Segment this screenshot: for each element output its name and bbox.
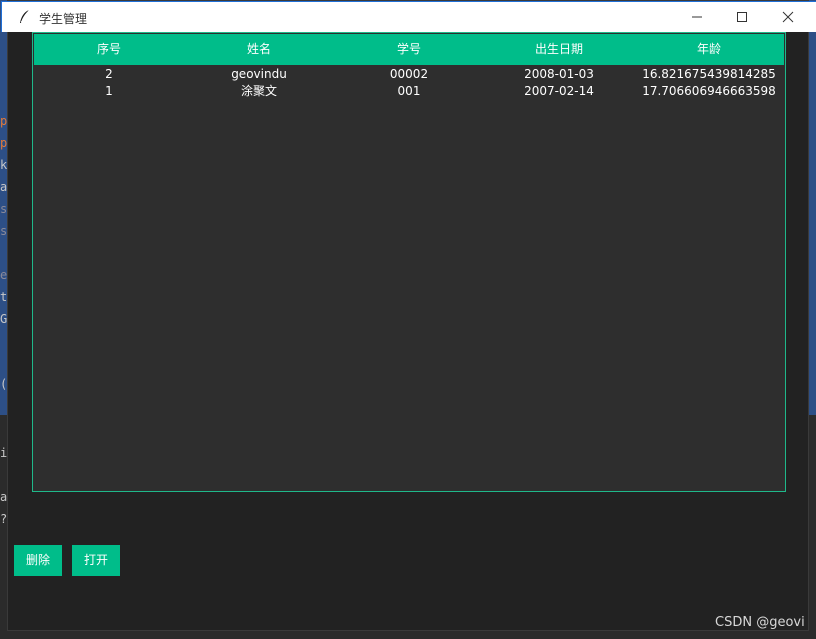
cell-student-no: 001: [397, 84, 421, 98]
title-bar[interactable]: 学生管理: [1, 1, 816, 32]
column-header-student-no[interactable]: 学号: [334, 34, 484, 65]
cell-age: 17.706606946663598: [642, 84, 776, 98]
open-button[interactable]: 打开: [72, 545, 120, 576]
cell-age: 16.821675439814285: [642, 67, 776, 81]
student-table[interactable]: 序号 姓名 学号 出生日期 年龄 2 geovindu 00002 2008-0…: [32, 32, 786, 492]
feather-icon: [16, 8, 34, 26]
table-header: 序号 姓名 学号 出生日期 年龄: [34, 34, 784, 65]
column-header-age[interactable]: 年龄: [634, 34, 784, 65]
close-button[interactable]: [765, 2, 811, 32]
minimize-button[interactable]: [674, 2, 720, 32]
maximize-button[interactable]: [719, 2, 765, 32]
column-header-name[interactable]: 姓名: [184, 34, 334, 65]
cell-seq: 2: [105, 67, 113, 81]
window-title: 学生管理: [39, 12, 88, 26]
cell-birth-date: 2007-02-14: [524, 84, 594, 98]
column-header-seq[interactable]: 序号: [34, 34, 184, 65]
cell-name: geovindu: [231, 67, 287, 81]
cell-birth-date: 2008-01-03: [524, 67, 594, 81]
maximize-icon: [737, 12, 747, 22]
column-header-birth-date[interactable]: 出生日期: [484, 34, 634, 65]
cell-seq: 1: [105, 84, 113, 98]
table-row[interactable]: 1 涂聚文 001 2007-02-14 17.706606946663598: [34, 83, 784, 99]
cell-name: 涂聚文: [240, 84, 277, 98]
table-row[interactable]: 2 geovindu 00002 2008-01-03 16.821675439…: [34, 66, 784, 82]
close-icon: [782, 11, 794, 23]
app-window: 学生管理 序号 姓名 学号 出生日期 年龄 2 geovindu 00002 2…: [1, 0, 816, 631]
watermark: CSDN @geovi: [715, 615, 805, 630]
cell-student-no: 00002: [389, 67, 429, 81]
minimize-icon: [692, 16, 702, 18]
delete-button[interactable]: 删除: [14, 545, 62, 576]
